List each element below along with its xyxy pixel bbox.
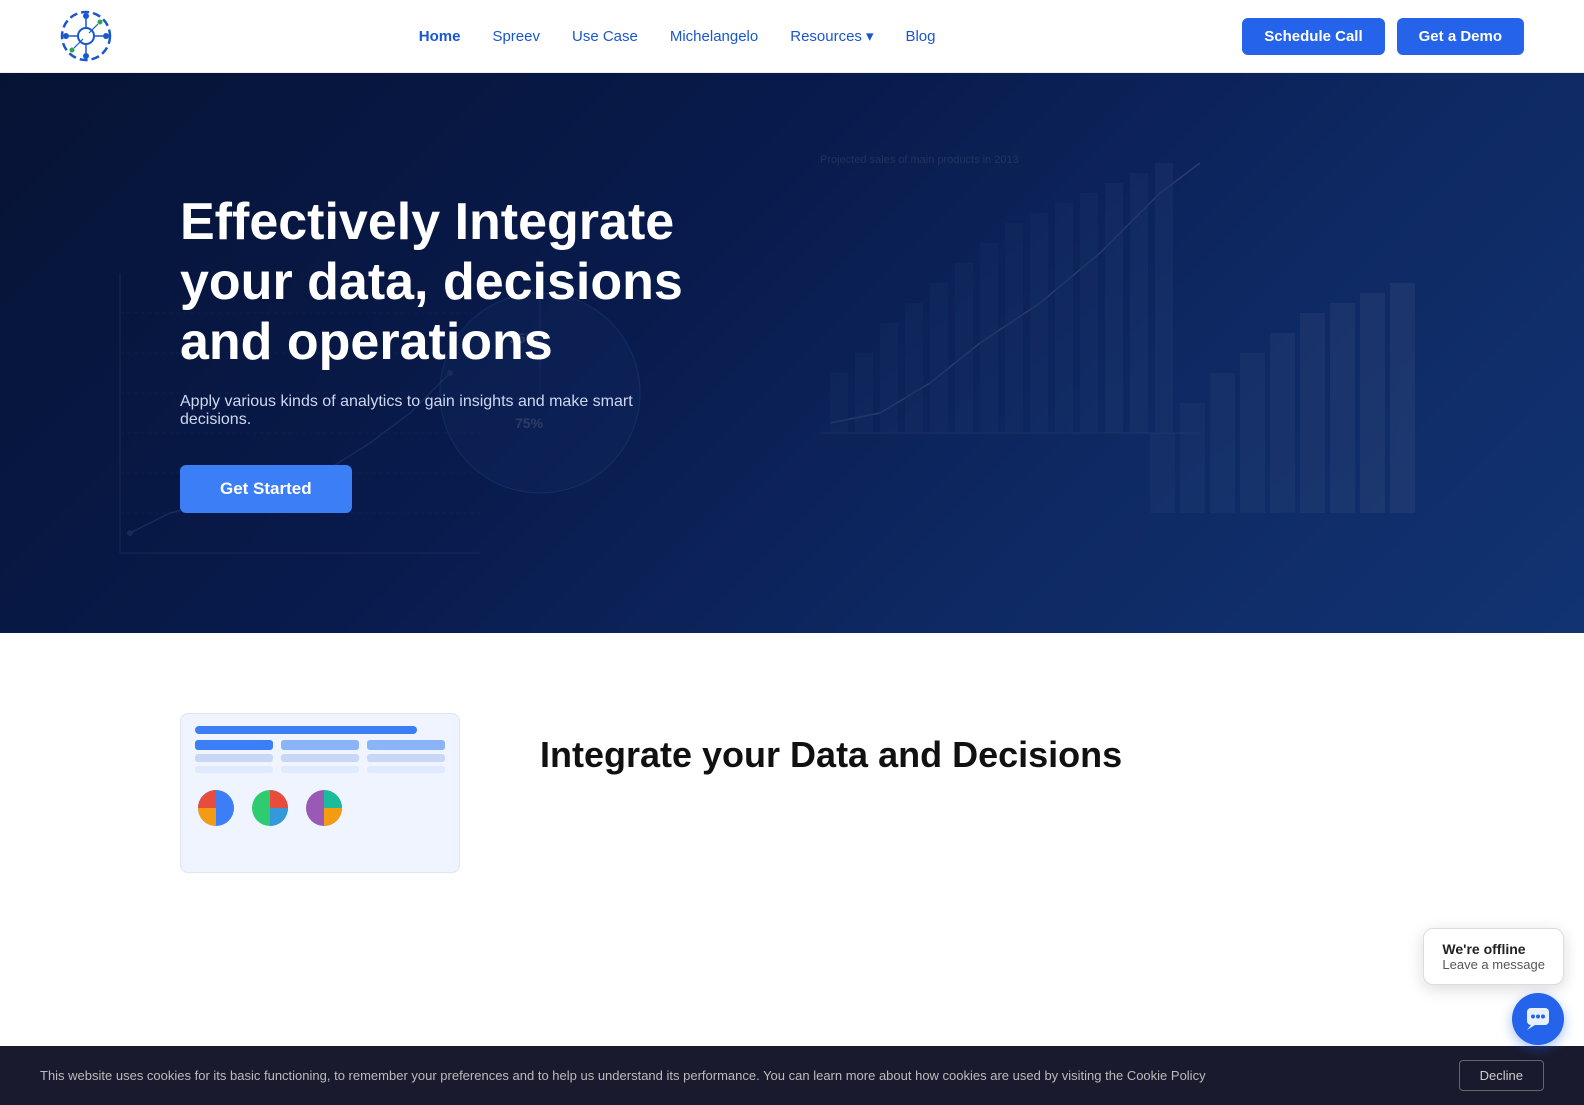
integrate-title: Integrate your Data and Decisions [540,733,1404,776]
nav-links: Home Spreev Use Case Michelangelo Resour… [419,27,936,45]
get-started-button[interactable]: Get Started [180,465,352,513]
cookie-bar: This website uses cookies for its basic … [0,1046,1584,1105]
pie-chart-3 [303,787,345,829]
pie-chart-1 [195,787,237,829]
pie-chart-2 [249,787,291,829]
integrate-section: Integrate your Data and Decisions [0,633,1584,933]
cookie-text: This website uses cookies for its basic … [40,1068,1439,1083]
schedule-call-button[interactable]: Schedule Call [1242,18,1384,55]
chat-icon [1525,1006,1551,1032]
chat-leave-label: Leave a message [1442,957,1545,972]
chat-offline-label: We're offline [1442,941,1545,957]
nav-home[interactable]: Home [419,28,461,45]
nav-resources[interactable]: Resources ▾ [790,27,873,45]
chat-widget: We're offline Leave a message [1423,928,1564,1045]
nav-use-case[interactable]: Use Case [572,28,638,45]
nav-blog[interactable]: Blog [905,28,935,45]
mockup-row-1 [195,740,445,750]
nav-buttons: Schedule Call Get a Demo [1242,18,1524,55]
get-demo-button[interactable]: Get a Demo [1397,18,1524,55]
navbar: Home Spreev Use Case Michelangelo Resour… [0,0,1584,73]
nav-michelangelo[interactable]: Michelangelo [670,28,758,45]
mockup-bar-1 [195,726,417,734]
logo-icon [60,10,112,62]
logo[interactable] [60,10,112,62]
nav-spreev[interactable]: Spreev [492,28,540,45]
chat-offline-bubble[interactable]: We're offline Leave a message [1423,928,1564,985]
hero-subtitle: Apply various kinds of analytics to gain… [180,393,680,429]
mockup-row-2 [195,754,445,762]
hero-title: Effectively Integrate your data, decisio… [180,193,700,372]
dashboard-mockup [180,713,460,873]
chat-open-button[interactable] [1512,993,1564,1045]
chevron-down-icon: ▾ [866,27,874,45]
hero-section: 25% 75% Projected sales of main products… [0,73,1584,633]
hero-content: Effectively Integrate your data, decisio… [0,193,700,512]
integrate-text: Integrate your Data and Decisions [540,713,1404,790]
dashboard-image-wrapper [180,713,480,873]
mockup-pies [195,787,445,829]
mockup-row-3 [195,766,445,773]
decline-button[interactable]: Decline [1459,1060,1544,1091]
